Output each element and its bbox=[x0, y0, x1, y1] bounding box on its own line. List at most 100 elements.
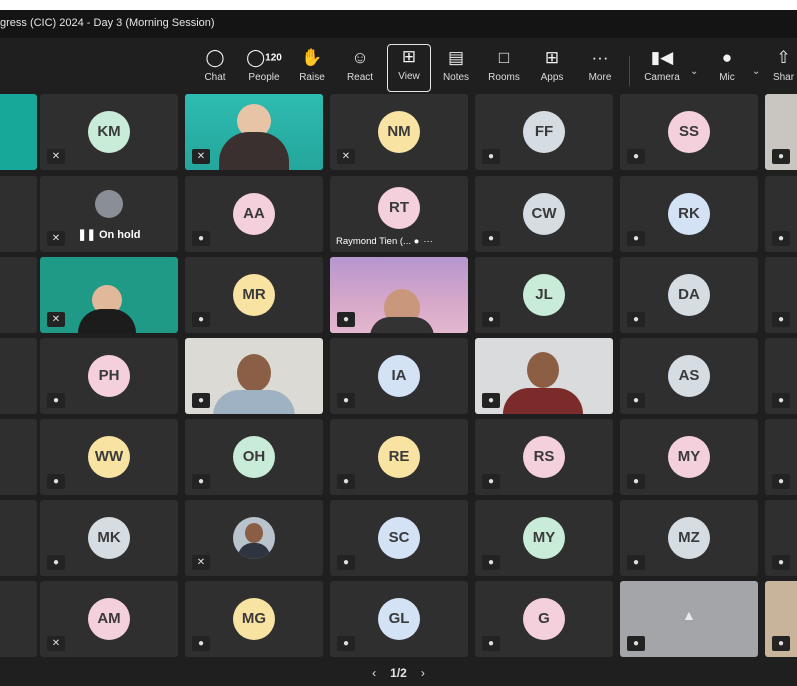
participant-tile-partial[interactable]: ● bbox=[765, 338, 797, 414]
participant-tile[interactable]: AS ● bbox=[620, 338, 758, 414]
participant-tile[interactable]: AM ✕ bbox=[40, 581, 178, 657]
participant-tile-on-hold[interactable]: ❚❚ On hold ✕ bbox=[40, 176, 178, 252]
avatar: RK bbox=[668, 193, 710, 235]
video-tile-partial[interactable]: ● bbox=[765, 581, 797, 657]
participant-tile[interactable]: KM ✕ bbox=[40, 94, 178, 170]
mic-off-icon: ✕ bbox=[47, 636, 65, 651]
meeting-window: gress (CIC) 2024 - Day 3 (Morning Sessio… bbox=[0, 10, 797, 686]
participant-tile[interactable]: CW ● bbox=[475, 176, 613, 252]
participant-name-bar: Raymond Tien (... ● ··· bbox=[336, 236, 433, 247]
participant-tile[interactable]: MY ● bbox=[475, 500, 613, 576]
raise-hand-button[interactable]: ✋ Raise bbox=[291, 46, 333, 92]
participant-tile[interactable]: G ● bbox=[475, 581, 613, 657]
mic-icon: ● bbox=[772, 636, 790, 651]
rooms-label: Rooms bbox=[488, 72, 520, 83]
people-label: People bbox=[248, 72, 280, 83]
avatar: MR bbox=[233, 274, 275, 316]
participant-tile[interactable]: NM ✕ bbox=[330, 94, 468, 170]
participant-tile-partial[interactable] bbox=[0, 419, 37, 495]
video-tile-participant[interactable]: ● bbox=[330, 257, 468, 333]
participant-tile[interactable]: RS ● bbox=[475, 419, 613, 495]
participant-tile-partial[interactable]: ● bbox=[765, 419, 797, 495]
participant-tile[interactable]: IA ● bbox=[330, 338, 468, 414]
participant-tile[interactable]: SS ● bbox=[620, 94, 758, 170]
video-tile-partial[interactable]: ● bbox=[765, 94, 797, 170]
mic-icon: ● bbox=[627, 474, 645, 489]
participant-tile[interactable]: MG ● bbox=[185, 581, 323, 657]
video-tile-participant[interactable]: ● bbox=[475, 338, 613, 414]
room-icon: ▲ bbox=[682, 607, 696, 623]
participant-tile[interactable]: WW ● bbox=[40, 419, 178, 495]
avatar: MK bbox=[88, 517, 130, 559]
mic-button[interactable]: ● Mic bbox=[706, 46, 748, 92]
mic-icon: ● bbox=[482, 312, 500, 327]
more-button[interactable]: ··· More bbox=[579, 46, 621, 92]
participant-tile-partial[interactable]: ● bbox=[765, 176, 797, 252]
notes-button[interactable]: ▤ Notes bbox=[435, 46, 477, 92]
avatar: KM bbox=[88, 111, 130, 153]
mic-icon: ● bbox=[627, 149, 645, 164]
participant-tile-partial[interactable] bbox=[0, 338, 37, 414]
participant-tile[interactable]: SC ● bbox=[330, 500, 468, 576]
view-button[interactable]: ⊞ View bbox=[387, 44, 431, 92]
participant-tile-partial[interactable]: ● bbox=[765, 500, 797, 576]
participant-tile[interactable]: MR ● bbox=[185, 257, 323, 333]
participant-tile-partial[interactable] bbox=[0, 581, 37, 657]
avatar: IA bbox=[378, 355, 420, 397]
video-tile-participant[interactable]: ● bbox=[185, 338, 323, 414]
chat-button[interactable]: ◯ Chat bbox=[194, 46, 236, 92]
apps-button[interactable]: ⊞ Apps bbox=[531, 46, 573, 92]
camera-chevron-down-icon[interactable]: ⌄ bbox=[690, 66, 698, 77]
ellipsis-icon[interactable]: ··· bbox=[423, 236, 433, 247]
mic-icon: ● bbox=[627, 636, 645, 651]
mic-chevron-down-icon[interactable]: ⌄ bbox=[752, 66, 760, 77]
video-tile-presenter[interactable]: ✕ bbox=[185, 94, 323, 170]
participant-tile[interactable]: OH ● bbox=[185, 419, 323, 495]
participant-tile[interactable]: DA ● bbox=[620, 257, 758, 333]
avatar: MZ bbox=[668, 517, 710, 559]
participant-tile[interactable]: AA ● bbox=[185, 176, 323, 252]
share-icon: ⇧ bbox=[776, 48, 791, 67]
participant-tile[interactable]: MY ● bbox=[620, 419, 758, 495]
participant-tile[interactable]: PH ● bbox=[40, 338, 178, 414]
video-tile-slide[interactable] bbox=[0, 94, 37, 170]
mic-icon: ● bbox=[413, 236, 420, 247]
mic-icon: ● bbox=[627, 555, 645, 570]
page-navigation: ‹ 1/2 › bbox=[0, 666, 797, 680]
participant-tile-partial[interactable] bbox=[0, 500, 37, 576]
notes-icon: ▤ bbox=[447, 48, 465, 67]
mic-icon: ● bbox=[482, 231, 500, 246]
participant-tile[interactable]: RT Raymond Tien (... ● ··· bbox=[330, 176, 468, 252]
participant-tile[interactable]: MZ ● bbox=[620, 500, 758, 576]
participant-tile[interactable]: GL ● bbox=[330, 581, 468, 657]
mic-icon: ● bbox=[772, 474, 790, 489]
react-button[interactable]: ☺ React bbox=[339, 46, 381, 92]
camera-button[interactable]: ▮◀ Camera bbox=[640, 46, 684, 92]
avatar: RE bbox=[378, 436, 420, 478]
participant-tile-partial[interactable] bbox=[0, 257, 37, 333]
avatar: RS bbox=[523, 436, 565, 478]
participant-tile-partial[interactable]: ● bbox=[765, 257, 797, 333]
participant-tile-partial[interactable] bbox=[0, 176, 37, 252]
video-tile-webinar[interactable]: ✕ bbox=[40, 257, 178, 333]
participant-tile[interactable]: MK ● bbox=[40, 500, 178, 576]
mic-label: Mic bbox=[719, 72, 735, 83]
participant-tile[interactable]: RE ● bbox=[330, 419, 468, 495]
mic-icon: ● bbox=[772, 312, 790, 327]
rooms-button[interactable]: □ Rooms bbox=[483, 46, 525, 92]
avatar: GL bbox=[378, 598, 420, 640]
avatar-photo bbox=[233, 517, 275, 559]
more-label: More bbox=[588, 72, 612, 83]
people-button[interactable]: ◯120 People bbox=[241, 46, 287, 92]
share-button[interactable]: ⇧ Shar bbox=[770, 46, 797, 92]
avatar: G bbox=[523, 598, 565, 640]
video-tile-room[interactable]: ▲ ● bbox=[620, 581, 758, 657]
next-page-button[interactable]: › bbox=[421, 666, 425, 680]
participant-tile[interactable]: FF ● bbox=[475, 94, 613, 170]
people-count: 120 bbox=[265, 52, 282, 64]
participant-tile-photo[interactable]: ✕ bbox=[185, 500, 323, 576]
avatar: OH bbox=[233, 436, 275, 478]
participant-tile[interactable]: JL ● bbox=[475, 257, 613, 333]
participant-tile[interactable]: RK ● bbox=[620, 176, 758, 252]
previous-page-button[interactable]: ‹ bbox=[372, 666, 376, 680]
